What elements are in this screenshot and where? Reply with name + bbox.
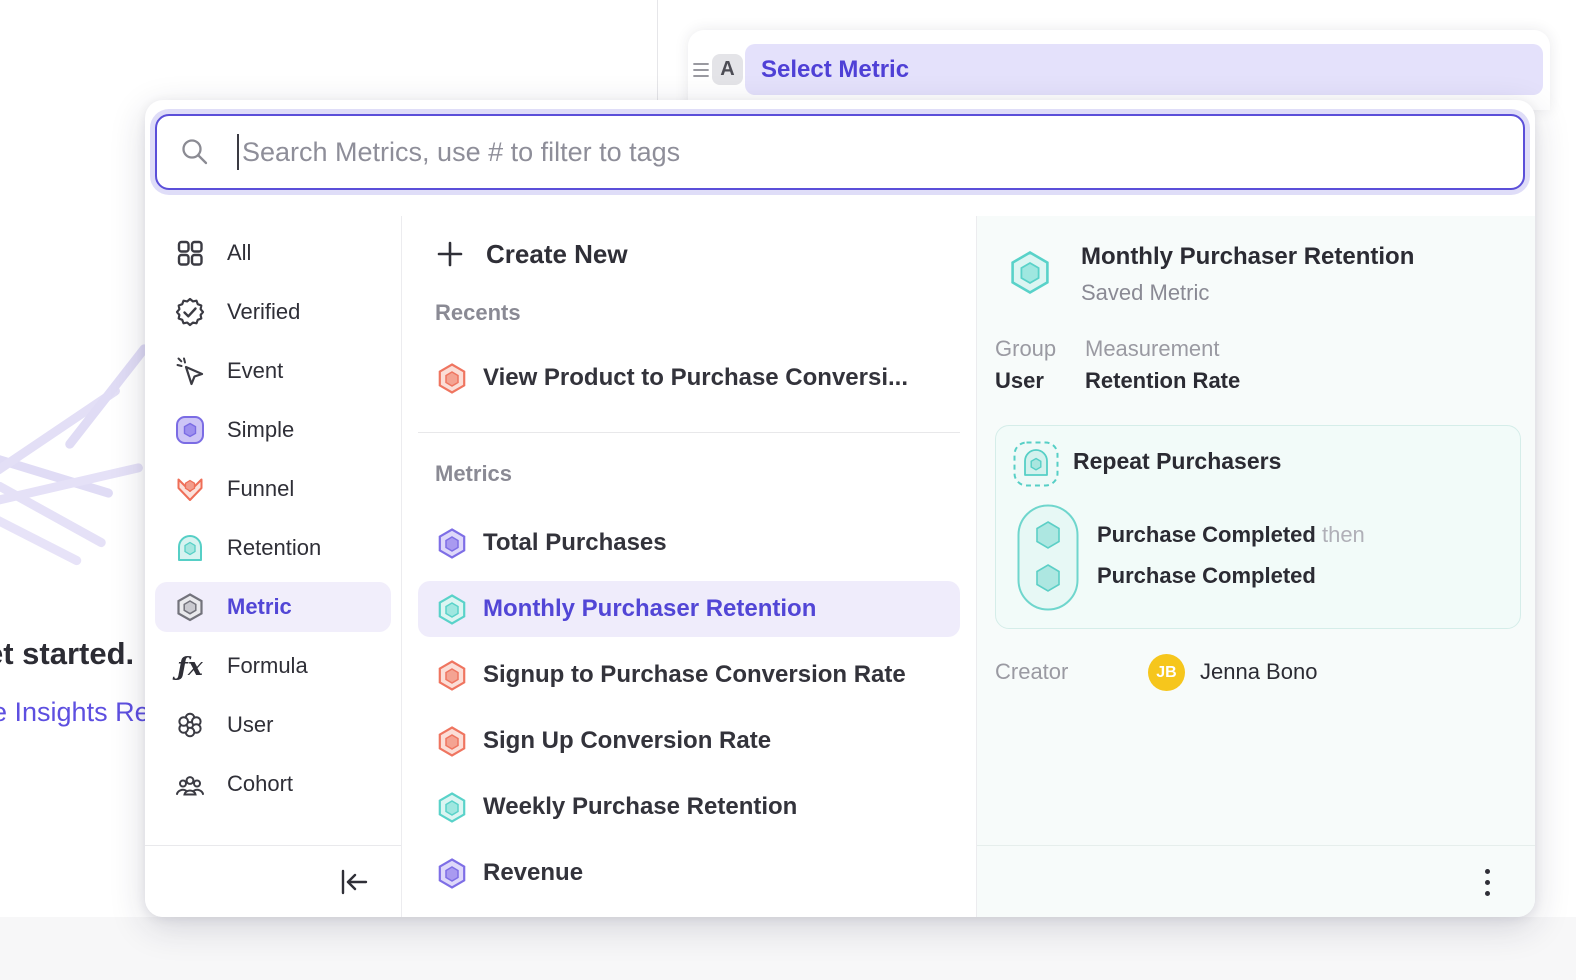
sidebar-item-label: Metric bbox=[227, 594, 292, 620]
sidebar-item-simple[interactable]: Simple bbox=[155, 405, 391, 455]
background-insights-link[interactable]: e Insights Re bbox=[0, 697, 150, 728]
page-footer-strip bbox=[0, 917, 1576, 980]
orange-metric-hexagon-icon bbox=[436, 725, 468, 757]
details-subtitle: Saved Metric bbox=[1081, 280, 1209, 306]
sidebar-item-retention[interactable]: Retention bbox=[155, 523, 391, 573]
sidebar-item-formula[interactable]: ƒx Formula bbox=[155, 641, 391, 691]
select-metric-button[interactable]: Select Metric bbox=[745, 44, 1543, 95]
create-new-button[interactable]: Create New bbox=[402, 234, 976, 274]
details-footer bbox=[977, 845, 1535, 917]
sidebar-item-cohort[interactable]: Cohort bbox=[155, 759, 391, 809]
formula-fx-icon: ƒx bbox=[175, 651, 205, 681]
purple-metric-hexagon-icon bbox=[436, 857, 468, 889]
funnel-steps-capsule-icon bbox=[1017, 504, 1079, 616]
sidebar-item-user[interactable]: User bbox=[155, 700, 391, 750]
sidebar-item-label: All bbox=[227, 240, 251, 266]
sidebar-item-label: Verified bbox=[227, 299, 300, 325]
orange-metric-hexagon-icon bbox=[436, 659, 468, 691]
verified-badge-icon bbox=[175, 297, 205, 327]
sidebar-item-all[interactable]: All bbox=[155, 228, 391, 278]
sidebar-item-funnel[interactable]: Funnel bbox=[155, 464, 391, 514]
sidebar-item-label: Formula bbox=[227, 653, 308, 679]
creator-avatar: JB bbox=[1148, 654, 1185, 691]
funnel-icon bbox=[175, 474, 205, 504]
teal-metric-hexagon-icon bbox=[1007, 249, 1053, 300]
cohort-people-icon bbox=[175, 769, 205, 799]
background-chart-decoration bbox=[0, 360, 160, 590]
retention-arch-icon bbox=[175, 533, 205, 563]
funnel-metric-hexagon-icon bbox=[436, 362, 468, 394]
select-metric-bar: A Select Metric bbox=[688, 30, 1550, 110]
measurement-label: Measurement bbox=[1085, 336, 1220, 362]
purple-metric-hexagon-icon bbox=[436, 527, 468, 559]
sidebar-item-label: Retention bbox=[227, 535, 321, 561]
metric-list-item[interactable]: Total Purchases bbox=[418, 515, 960, 571]
metric-details-panel: Monthly Purchaser Retention Saved Metric… bbox=[977, 216, 1535, 917]
collapse-left-icon[interactable] bbox=[337, 866, 371, 898]
metric-picker-modal: All Verified Event Simple Funnel Retenti… bbox=[145, 100, 1535, 917]
creator-label: Creator bbox=[995, 659, 1068, 685]
details-title: Monthly Purchaser Retention bbox=[1081, 243, 1414, 271]
search-box[interactable] bbox=[155, 114, 1525, 190]
more-options-icon[interactable] bbox=[1475, 862, 1499, 902]
group-value: User bbox=[995, 368, 1044, 394]
sidebar-item-metric[interactable]: Metric bbox=[155, 582, 391, 632]
metric-list-item[interactable]: Revenue bbox=[418, 845, 960, 901]
sidebar-item-event[interactable]: Event bbox=[155, 346, 391, 396]
sidebar-item-label: Simple bbox=[227, 417, 294, 443]
plus-icon bbox=[436, 240, 464, 268]
simple-hexagon-icon bbox=[175, 415, 205, 445]
metric-hexagon-icon bbox=[175, 592, 205, 622]
metric-list-item[interactable]: Weekly Purchase Retention bbox=[418, 779, 960, 835]
metric-definition-card: Repeat Purchasers Purchase Completed the… bbox=[995, 425, 1521, 629]
teal-metric-hexagon-icon bbox=[436, 791, 468, 823]
search-icon bbox=[179, 136, 211, 168]
metrics-section-label: Metrics bbox=[402, 461, 976, 487]
metrics-list-column: Create New Recents View Product to Purch… bbox=[402, 216, 977, 917]
background-heading-fragment: et started. bbox=[0, 636, 134, 672]
definition-name: Repeat Purchasers bbox=[1073, 448, 1281, 475]
metric-list-item[interactable]: Signup to Purchase Conversion Rate bbox=[418, 647, 960, 703]
sidebar-item-label: Funnel bbox=[227, 476, 294, 502]
search-input[interactable] bbox=[242, 137, 1523, 168]
step-connector: then bbox=[1322, 522, 1365, 547]
measurement-value: Retention Rate bbox=[1085, 368, 1240, 394]
group-label: Group bbox=[995, 336, 1056, 362]
recent-item[interactable]: View Product to Purchase Conversi... bbox=[418, 350, 960, 406]
sidebar-footer bbox=[145, 845, 401, 917]
step-a-badge: A bbox=[712, 54, 743, 85]
list-divider bbox=[418, 432, 960, 433]
drag-handle-icon[interactable] bbox=[693, 61, 709, 84]
sidebar-item-verified[interactable]: Verified bbox=[155, 287, 391, 337]
user-cluster-icon bbox=[175, 710, 205, 740]
definition-step-1: Purchase Completed then bbox=[1097, 522, 1365, 548]
category-sidebar: All Verified Event Simple Funnel Retenti… bbox=[145, 216, 402, 917]
metric-list-item-selected[interactable]: Monthly Purchaser Retention bbox=[418, 581, 960, 637]
text-caret bbox=[237, 134, 239, 170]
grid-icon bbox=[175, 238, 205, 268]
teal-metric-hexagon-icon bbox=[436, 593, 468, 625]
cursor-click-icon bbox=[175, 356, 205, 386]
sidebar-item-label: Cohort bbox=[227, 771, 293, 797]
search-section bbox=[145, 100, 1535, 216]
retention-definition-icon bbox=[1013, 441, 1059, 492]
sidebar-item-label: Event bbox=[227, 358, 283, 384]
recents-section-label: Recents bbox=[402, 300, 976, 326]
metric-list-item[interactable]: Sign Up Conversion Rate bbox=[418, 713, 960, 769]
sidebar-item-label: User bbox=[227, 712, 273, 738]
creator-name: Jenna Bono bbox=[1200, 659, 1317, 685]
definition-step-2: Purchase Completed bbox=[1097, 563, 1316, 589]
